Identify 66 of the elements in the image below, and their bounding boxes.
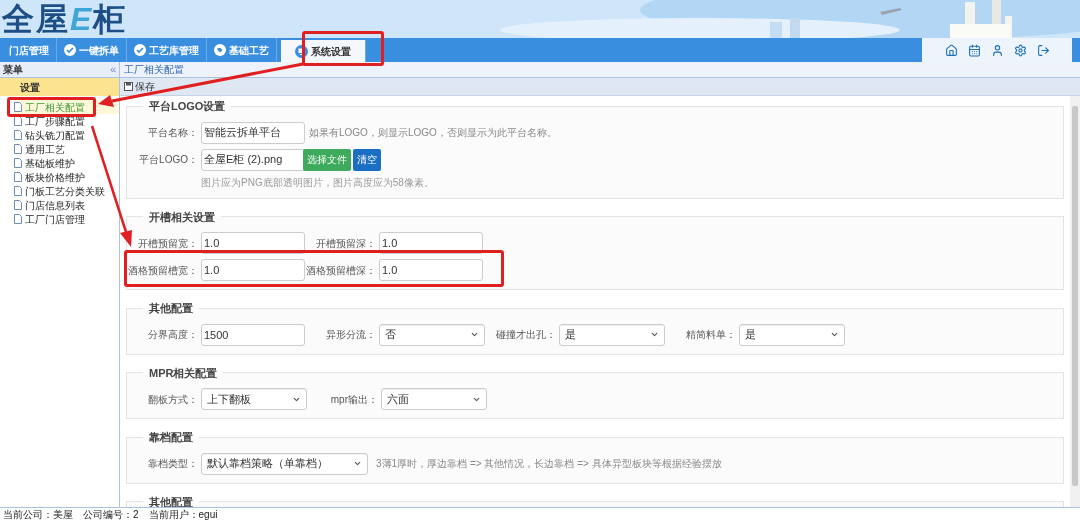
caret-icon	[353, 459, 362, 468]
field-label: 开槽预留宽：	[137, 236, 199, 251]
status-text: 当前公司：美屋	[3, 507, 73, 520]
sidebar-item[interactable]: 板块价格维护	[14, 170, 119, 184]
sidebar-item[interactable]: 钻头铣刀配置	[14, 128, 119, 142]
field-label: 碰撞才出孔：	[495, 328, 557, 342]
sidebar-item[interactable]: 工厂门店管理	[14, 212, 119, 226]
field-label: mpr输出：	[329, 392, 379, 407]
monitor-icon	[295, 44, 308, 58]
input-field[interactable]: 1.0	[201, 259, 305, 281]
section-title: 其他配置	[148, 301, 194, 316]
calendar-icon[interactable]	[967, 43, 981, 57]
field-label: 开槽预留深：	[315, 236, 377, 251]
save-button[interactable]: 保存	[124, 79, 155, 94]
field-label: 精简料单：	[685, 328, 737, 342]
input-field[interactable]: 1.0	[379, 259, 483, 281]
hint-text: 图片应为PNG底部透明图片，图片高度应为58像素。	[201, 175, 434, 190]
section-title: 开槽相关设置	[148, 209, 216, 225]
dropdown[interactable]: 上下翻板	[201, 388, 307, 410]
sidebar-item[interactable]: 工厂相关配置	[14, 100, 119, 114]
breadcrumb-tab[interactable]: 工厂相关配置	[124, 62, 184, 77]
dropdown[interactable]: 否	[379, 323, 485, 346]
field-label: 酒格预留槽宽：	[127, 263, 199, 278]
dropdown[interactable]: 是	[739, 323, 845, 346]
field-label: 平台LOGO：	[138, 153, 199, 167]
section-title: MPR相关配置	[148, 365, 219, 381]
logo: 全屋E柜	[2, 1, 128, 37]
home-icon[interactable]	[944, 43, 958, 57]
tag-icon	[214, 44, 226, 56]
sidebar-item[interactable]: 基础板维护	[14, 156, 119, 170]
input-field[interactable]: 1500	[201, 323, 305, 346]
nav-tab[interactable]: 系统设置	[281, 40, 366, 62]
dropdown[interactable]: 默认靠档策略（单靠档）	[201, 452, 368, 475]
sidebar-title: 菜单	[3, 63, 23, 77]
sidebar-item[interactable]: 门店信息列表	[14, 198, 119, 212]
sidebar-item[interactable]: 通用工艺	[14, 142, 119, 156]
sidebar-group[interactable]: 设置	[0, 78, 119, 96]
section-title: 平台LOGO设置	[148, 99, 227, 114]
caret-icon	[650, 330, 659, 339]
dropdown[interactable]: 六面	[381, 388, 487, 410]
sidebar-item[interactable]: 门板工艺分类关联	[14, 184, 119, 198]
field-label: 异形分流：	[325, 328, 377, 342]
status-text: 当前用户：egui	[148, 507, 218, 520]
settings-icon[interactable]	[1013, 43, 1027, 57]
hint-text: 如果有LOGO，则显示LOGO，否则显示为此平台名称。	[309, 126, 557, 140]
field-label: 分界高度：	[147, 328, 199, 342]
user-icon[interactable]	[990, 43, 1004, 57]
section-title: 其他配置	[148, 494, 194, 507]
caret-icon	[470, 330, 479, 339]
logout-icon[interactable]	[1036, 43, 1050, 57]
field-label: 平台名称：	[147, 126, 199, 140]
check-icon	[134, 44, 146, 56]
field-label: 酒格预留槽深：	[305, 263, 377, 278]
input-field[interactable]: 智能云拆单平台	[201, 121, 305, 144]
input-field[interactable]: 全屋E柜 (2).png	[201, 148, 305, 171]
section-title: 靠档配置	[148, 430, 194, 445]
field-label: 翻板方式：	[147, 392, 199, 407]
hint-text: 3薄1厚时，厚边靠档 => 其他情况，长边靠档 => 具体异型板块等根据经验摆放	[376, 457, 722, 471]
caret-icon	[830, 330, 839, 339]
status-text: 公司编号：2	[83, 507, 139, 520]
sidebar-item[interactable]: 工厂步骤配置	[14, 114, 119, 128]
field-label: 靠档类型：	[147, 457, 199, 471]
check-icon	[64, 44, 76, 56]
clear-button[interactable]: 清空	[353, 148, 381, 171]
dropdown[interactable]: 是	[559, 323, 665, 346]
save-icon	[124, 82, 133, 91]
